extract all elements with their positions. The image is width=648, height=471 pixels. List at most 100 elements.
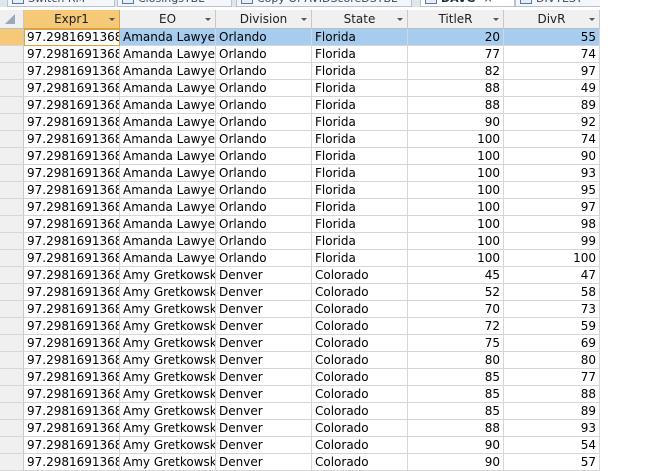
cell-eo[interactable]: Amanda Lawyer <box>120 114 216 131</box>
cell-expr1[interactable]: 97.2981691368 <box>24 97 120 114</box>
cell-divr[interactable]: 92 <box>504 114 600 131</box>
cell-state[interactable]: Florida <box>312 97 408 114</box>
record-selector[interactable] <box>0 199 24 216</box>
table-row[interactable]: 97.2981691368 Amanda Lawyer Orlando Florida… <box>0 97 600 114</box>
cell-eo[interactable]: Amanda Lawyer <box>120 63 216 80</box>
cell-titler[interactable]: 82 <box>408 63 504 80</box>
cell-expr1[interactable]: 97.2981691368 <box>24 148 120 165</box>
table-row[interactable]: 97.2981691368 Amy Gretkowski Denver Colorad… <box>0 386 600 403</box>
table-row[interactable]: 97.2981691368 Amy Gretkowski Denver Colorad… <box>0 301 600 318</box>
cell-eo[interactable]: Amy Gretkowski <box>120 318 216 335</box>
tab-switch-rm[interactable]: Switch RM <box>7 0 115 7</box>
table-row[interactable]: 97.2981691368 Amanda Lawyer Orlando Florida… <box>0 46 600 63</box>
cell-expr1[interactable]: 97.2981691368 <box>24 284 120 301</box>
cell-eo[interactable]: Amy Gretkowski <box>120 267 216 284</box>
cell-expr1[interactable]: 97.2981691368 <box>24 318 120 335</box>
cell-state[interactable]: Florida <box>312 233 408 250</box>
record-selector[interactable] <box>0 420 24 437</box>
record-selector[interactable] <box>0 386 24 403</box>
cell-division[interactable]: Orlando <box>216 46 312 63</box>
cell-titler[interactable]: 20 <box>408 29 504 46</box>
cell-state[interactable]: Colorado <box>312 403 408 420</box>
cell-titler[interactable]: 72 <box>408 318 504 335</box>
cell-expr1[interactable]: 97.2981691368 <box>24 63 120 80</box>
cell-eo[interactable]: Amanda Lawyer <box>120 148 216 165</box>
table-row[interactable]: 97.2981691368 Amy Gretkowski Denver Colorad… <box>0 454 600 471</box>
column-header-expr1[interactable]: Expr1 <box>24 10 120 29</box>
record-selector[interactable] <box>0 46 24 63</box>
cell-state[interactable]: Florida <box>312 63 408 80</box>
cell-division[interactable]: Orlando <box>216 97 312 114</box>
cell-titler[interactable]: 100 <box>408 250 504 267</box>
cell-divr[interactable]: 98 <box>504 216 600 233</box>
cell-eo[interactable]: Amy Gretkowski <box>120 437 216 454</box>
cell-titler[interactable]: 88 <box>408 97 504 114</box>
cell-titler[interactable]: 75 <box>408 335 504 352</box>
cell-eo[interactable]: Amanda Lawyer <box>120 29 216 46</box>
table-row[interactable]: 97.2981691368 Amy Gretkowski Denver Colorad… <box>0 420 600 437</box>
cell-eo[interactable]: Amy Gretkowski <box>120 386 216 403</box>
cell-titler[interactable]: 100 <box>408 148 504 165</box>
cell-expr1[interactable]: 97.2981691368 <box>24 420 120 437</box>
tab-davg[interactable]: DAVG × <box>420 0 515 7</box>
cell-expr1[interactable]: 97.2981691368 <box>24 454 120 471</box>
record-selector[interactable] <box>0 352 24 369</box>
cell-division[interactable]: Denver <box>216 318 312 335</box>
cell-expr1[interactable]: 97.2981691368 <box>24 267 120 284</box>
cell-division[interactable]: Denver <box>216 352 312 369</box>
cell-expr1[interactable]: 97.2981691368 <box>24 131 120 148</box>
cell-divr[interactable]: 73 <box>504 301 600 318</box>
cell-eo[interactable]: Amanda Lawyer <box>120 80 216 97</box>
table-row[interactable]: 97.2981691368 Amanda Lawyer Orlando Florida… <box>0 29 600 46</box>
cell-divr[interactable]: 47 <box>504 267 600 284</box>
cell-expr1[interactable]: 97.2981691368 <box>24 301 120 318</box>
record-selector[interactable] <box>0 80 24 97</box>
record-selector[interactable] <box>0 63 24 80</box>
cell-state[interactable]: Florida <box>312 114 408 131</box>
cell-state[interactable]: Florida <box>312 199 408 216</box>
cell-division[interactable]: Orlando <box>216 114 312 131</box>
cell-divr[interactable]: 95 <box>504 182 600 199</box>
cell-divr[interactable]: 97 <box>504 199 600 216</box>
close-tab-icon[interactable]: × <box>483 0 492 5</box>
cell-expr1[interactable]: 97.2981691368 <box>24 233 120 250</box>
cell-division[interactable]: Denver <box>216 301 312 318</box>
cell-expr1[interactable]: 97.2981691368 <box>24 403 120 420</box>
record-selector[interactable] <box>0 284 24 301</box>
record-selector[interactable] <box>0 267 24 284</box>
cell-expr1[interactable]: 97.2981691368 <box>24 182 120 199</box>
cell-eo[interactable]: Amanda Lawyer <box>120 250 216 267</box>
cell-titler[interactable]: 80 <box>408 352 504 369</box>
cell-division[interactable]: Orlando <box>216 250 312 267</box>
cell-titler[interactable]: 88 <box>408 80 504 97</box>
cell-titler[interactable]: 100 <box>408 165 504 182</box>
cell-division[interactable]: Orlando <box>216 216 312 233</box>
cell-divr[interactable]: 93 <box>504 165 600 182</box>
cell-divr[interactable]: 89 <box>504 403 600 420</box>
cell-division[interactable]: Denver <box>216 267 312 284</box>
cell-eo[interactable]: Amy Gretkowski <box>120 369 216 386</box>
cell-titler[interactable]: 85 <box>408 403 504 420</box>
cell-state[interactable]: Colorado <box>312 437 408 454</box>
tab-copy-of-avidscoredstbl[interactable]: Copy Of AVIDScoreDSTBL <box>236 0 412 7</box>
cell-titler[interactable]: 100 <box>408 131 504 148</box>
cell-divr[interactable]: 49 <box>504 80 600 97</box>
sort-filter-dropdown-icon[interactable] <box>301 18 307 21</box>
cell-eo[interactable]: Amy Gretkowski <box>120 284 216 301</box>
record-selector[interactable] <box>0 318 24 335</box>
sort-filter-dropdown-icon[interactable] <box>205 18 211 21</box>
cell-state[interactable]: Colorado <box>312 352 408 369</box>
table-row[interactable]: 97.2981691368 Amanda Lawyer Orlando Florida… <box>0 114 600 131</box>
cell-eo[interactable]: Amy Gretkowski <box>120 403 216 420</box>
cell-divr[interactable]: 80 <box>504 352 600 369</box>
cell-state[interactable]: Florida <box>312 131 408 148</box>
cell-expr1[interactable]: 97.2981691368 <box>24 216 120 233</box>
table-row[interactable]: 97.2981691368 Amanda Lawyer Orlando Florida… <box>0 216 600 233</box>
cell-divr[interactable]: 90 <box>504 148 600 165</box>
cell-titler[interactable]: 100 <box>408 216 504 233</box>
cell-expr1[interactable]: 97.2981691368 <box>24 352 120 369</box>
cell-state[interactable]: Colorado <box>312 420 408 437</box>
cell-eo[interactable]: Amy Gretkowski <box>120 352 216 369</box>
cell-divr[interactable]: 99 <box>504 233 600 250</box>
cell-state[interactable]: Colorado <box>312 301 408 318</box>
